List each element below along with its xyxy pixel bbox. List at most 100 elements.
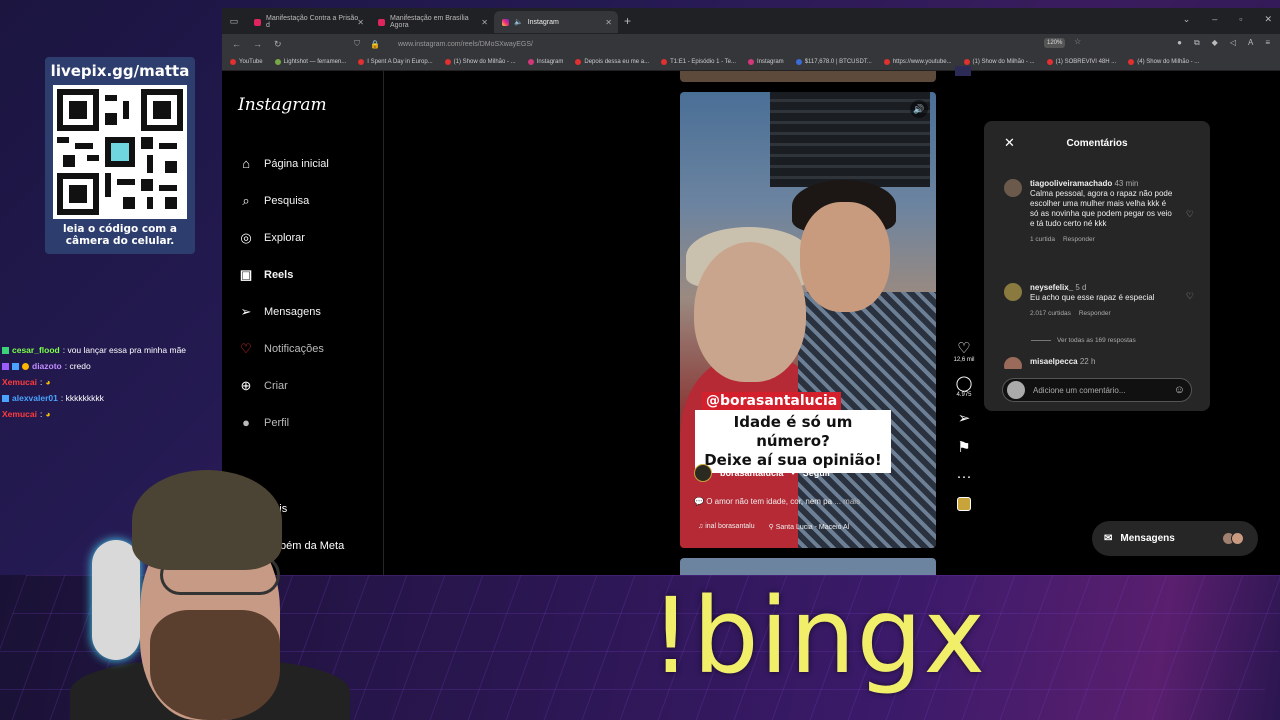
avatar[interactable] <box>1004 357 1022 369</box>
translate-icon[interactable]: A <box>1248 38 1253 48</box>
sidebar-item-reels[interactable]: ▣ Reels <box>238 256 329 293</box>
qr-title: livepix.gg/matta <box>50 62 190 80</box>
emoji-icon[interactable]: ☺ <box>1174 384 1185 396</box>
chat-user: alexvaler01 <box>12 393 58 403</box>
tab-manifestacao-2[interactable]: Manifestação em Brasília Agora ✕ <box>370 11 494 33</box>
send-icon[interactable]: ➢ <box>958 410 971 427</box>
sidebar-item-explore[interactable]: ◎ Explorar <box>238 219 329 256</box>
heart-icon[interactable]: ♡ <box>1186 291 1194 302</box>
bookmark[interactable]: T1:E1 - Episódio 1 - Te... <box>661 59 736 65</box>
close-tab-icon[interactable]: ✕ <box>605 18 612 27</box>
bookmark[interactable]: Instagram <box>527 59 564 65</box>
sidebar-item-notifications[interactable]: ♡ Notificações <box>238 330 329 367</box>
comment-text: Calma pessoal, agora o rapaz não pode es… <box>1030 189 1173 228</box>
forward-icon[interactable]: → <box>253 39 262 50</box>
volume-icon[interactable]: 🔊 <box>910 100 928 118</box>
heart-icon[interactable]: ♡ <box>1186 209 1194 220</box>
bookmark[interactable]: YouTube <box>230 59 263 65</box>
more-action[interactable]: ··· <box>957 468 972 485</box>
zoom-level[interactable]: 120% <box>1044 38 1066 48</box>
minimize-icon[interactable]: – <box>1212 14 1217 25</box>
view-replies[interactable]: Ver todas as 169 respostas <box>1031 337 1136 344</box>
bookmark[interactable]: (4) Show do Milhão - ... <box>1128 59 1199 65</box>
comment-input[interactable]: Adicione um comentário... ☺ <box>1002 378 1192 402</box>
sidebar-item-search[interactable]: ⌕ Pesquisa <box>238 182 329 219</box>
audio-link[interactable]: ♫ inal borasantalu <box>698 523 755 531</box>
like-action[interactable]: ♡ 12,6 mil <box>953 340 974 363</box>
share-action[interactable]: ➢ <box>958 410 971 427</box>
back-icon[interactable]: ← <box>232 39 241 50</box>
reply-button[interactable]: Responder <box>1079 309 1111 319</box>
reply-button[interactable]: Responder <box>1063 235 1095 245</box>
sidebar-item-create[interactable]: ⊕ Criar <box>238 367 329 404</box>
reel-handle-tag: @borasantalucia <box>702 392 842 410</box>
shield-icon[interactable]: ⛉ <box>354 39 360 49</box>
video-background-window <box>770 92 930 187</box>
lock-icon[interactable]: 🔒 <box>370 40 380 49</box>
bookmark-label: (4) Show do Milhão - ... <box>1137 59 1200 65</box>
avatar[interactable] <box>694 464 712 482</box>
close-tab-icon[interactable]: ✕ <box>481 18 488 27</box>
messages-button[interactable]: ✉ Mensagens <box>1092 521 1258 556</box>
reload-icon[interactable]: ↻ <box>274 39 282 50</box>
star-icon[interactable]: ☆ <box>1074 37 1081 46</box>
comment-action[interactable]: ◯ 4.975 <box>956 375 973 398</box>
save-action[interactable]: ⚑ <box>957 439 970 456</box>
chat-user: Xemucai <box>2 377 37 387</box>
heart-icon[interactable]: ♡ <box>957 340 970 357</box>
comment-username[interactable]: misaelpecca <box>1030 357 1078 366</box>
previous-reel[interactable] <box>680 71 936 82</box>
tab-instagram[interactable]: 🔈 Instagram ✕ <box>494 11 618 33</box>
avatar[interactable] <box>1004 179 1022 197</box>
bookmark-icon[interactable]: ⚑ <box>957 439 970 456</box>
tab-manifestacao-1[interactable]: Manifestação Contra a Prisão d ✕ <box>246 11 370 33</box>
reel-video[interactable]: 🔊 @borasantalucia Idade é só um número? … <box>680 92 936 548</box>
audio-thumb[interactable] <box>957 497 971 511</box>
new-tab-icon[interactable]: + <box>624 14 631 28</box>
follow-button[interactable]: Seguir <box>803 468 831 478</box>
sidebar-item-home[interactable]: ⌂ Página inicial <box>238 145 329 182</box>
bookmark[interactable]: (1) SOBREVIVI 48H ... <box>1046 59 1116 65</box>
comment-icon[interactable]: ◯ <box>956 375 973 392</box>
puzzle-icon[interactable]: ⧉ <box>1194 38 1200 48</box>
badge-icon <box>12 362 19 370</box>
extension-icon[interactable]: ● <box>1177 38 1182 48</box>
url-field[interactable]: www.instagram.com/reels/DMoSXwayEGS/ <box>398 41 533 48</box>
caption-line: Idade é só um número? <box>733 413 853 450</box>
close-window-icon[interactable]: ✕ <box>1264 14 1272 25</box>
heart-icon: ♡ <box>240 340 252 356</box>
sidebar-item-profile[interactable]: ● Perfil <box>238 404 329 441</box>
bookmark[interactable]: (1) Show do Milhão - ... <box>444 59 516 65</box>
instagram-logo[interactable]: Instagram <box>238 95 327 115</box>
chat-text: : <box>39 377 43 387</box>
location-link[interactable]: ⚲ Santa Lucia - Maceió Al <box>769 523 850 531</box>
extension-icon[interactable]: ◆ <box>1212 38 1218 48</box>
bookmark[interactable]: Depois dessa eu me a... <box>575 59 649 65</box>
author-username[interactable]: borasantalucia <box>720 468 784 478</box>
audio-cover-icon[interactable] <box>957 497 971 511</box>
bookmark[interactable]: (1) Show do Milhão - ... <box>963 59 1035 65</box>
bookmark[interactable]: Lightshot — ferramen... <box>274 59 346 65</box>
comment-likes[interactable]: 1 curtida <box>1030 235 1055 245</box>
bookmark[interactable]: I Spent A Day in Europ... <box>358 59 433 65</box>
avatar[interactable] <box>1004 283 1022 301</box>
bookmark[interactable]: Instagram <box>748 59 784 65</box>
comment-likes[interactable]: 2.017 curtidas <box>1030 309 1071 319</box>
tab-list-chevron-icon[interactable]: ⌄ <box>1183 14 1191 25</box>
bookmark[interactable]: $117,678.0 | BTCUSDT... <box>795 59 872 65</box>
close-tab-icon[interactable]: ✕ <box>357 18 364 27</box>
webcam-headset <box>92 540 140 660</box>
maximize-icon[interactable]: ▫ <box>1239 14 1242 25</box>
more-dots-icon[interactable]: ··· <box>957 468 972 485</box>
next-reel[interactable] <box>680 558 936 575</box>
comment-username[interactable]: tiagooliveiramachado <box>1030 179 1112 188</box>
bookmark-label: Instagram <box>536 59 564 65</box>
volume-icon[interactable]: ◁ <box>1230 38 1236 48</box>
sidebar-item-label: Mensagens <box>264 305 321 318</box>
menu-icon[interactable]: ≡ <box>1265 38 1270 48</box>
sidebar-item-messages[interactable]: ➢ Mensagens <box>238 293 329 330</box>
bookmark[interactable]: https://www.youtube... <box>883 59 952 65</box>
comment-username[interactable]: neysefelix_ <box>1030 283 1073 292</box>
tab-actions-icon[interactable]: ▭ <box>222 16 246 27</box>
more-link[interactable]: ... mais <box>834 497 860 506</box>
